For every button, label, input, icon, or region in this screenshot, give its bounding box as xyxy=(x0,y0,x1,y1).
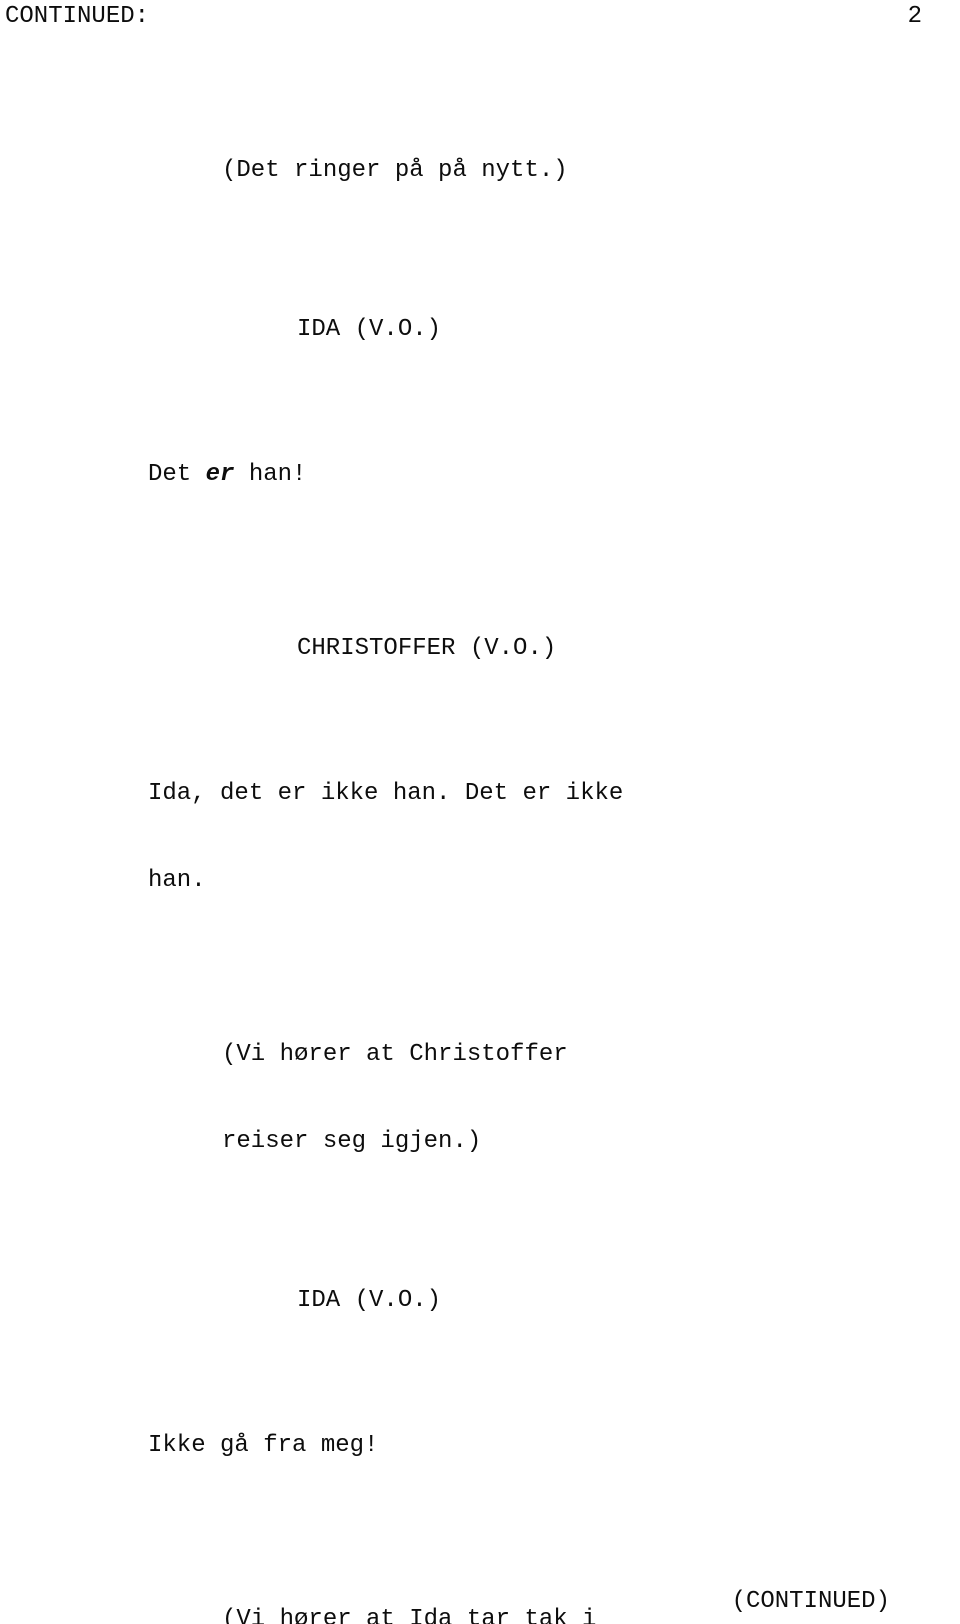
character-cue-ida: IDA (V.O.) xyxy=(297,1228,960,1373)
dialogue-line: Ikke gå fra meg! xyxy=(148,1432,379,1459)
dialogue-block: Det er han! xyxy=(148,402,960,547)
dialogue-line: han. xyxy=(148,867,206,894)
character-cue-label: CHRISTOFFER (V.O.) xyxy=(297,635,557,662)
parenthetical-line: (Det ringer på på nytt.) xyxy=(222,157,568,184)
header-continued-label: CONTINUED: xyxy=(5,3,150,30)
dialogue-block: Ikke gå fra meg! xyxy=(148,1373,960,1518)
page-header: CONTINUED: 2 xyxy=(0,2,960,32)
parenthetical-line: reiser seg igjen.) xyxy=(222,1128,482,1155)
dialogue-line: Ida, det er ikke han. Det er ikke xyxy=(148,780,624,807)
dialogue-text-post: han! xyxy=(234,461,307,488)
dialogue-block: Ida, det er ikke han. Det er ikke han. xyxy=(148,721,960,953)
character-cue-label: IDA (V.O.) xyxy=(297,316,442,343)
dialogue-emphasis: er xyxy=(205,461,235,488)
page-number: 2 xyxy=(907,3,922,30)
parenthetical-block: (Det ringer på på nytt.) xyxy=(222,98,960,243)
character-cue-ida: IDA (V.O.) xyxy=(297,257,960,402)
dialogue-text-pre: Det xyxy=(148,461,206,488)
parenthetical-line: (Vi hører at Christoffer xyxy=(222,1041,568,1068)
screenplay-page: CONTINUED: 2 (Det ringer på på nytt.) ID… xyxy=(0,0,960,1624)
parenthetical-block: (Vi hører at Christoffer reiser seg igje… xyxy=(222,982,960,1214)
script-body: (Det ringer på på nytt.) IDA (V.O.) Det … xyxy=(0,98,960,1624)
character-cue-label: IDA (V.O.) xyxy=(297,1287,442,1314)
character-cue-christoffer: CHRISTOFFER (V.O.) xyxy=(297,576,960,721)
footer-continued-label: (CONTINUED) xyxy=(731,1588,890,1615)
dialogue-line: Det er han! xyxy=(148,460,960,489)
